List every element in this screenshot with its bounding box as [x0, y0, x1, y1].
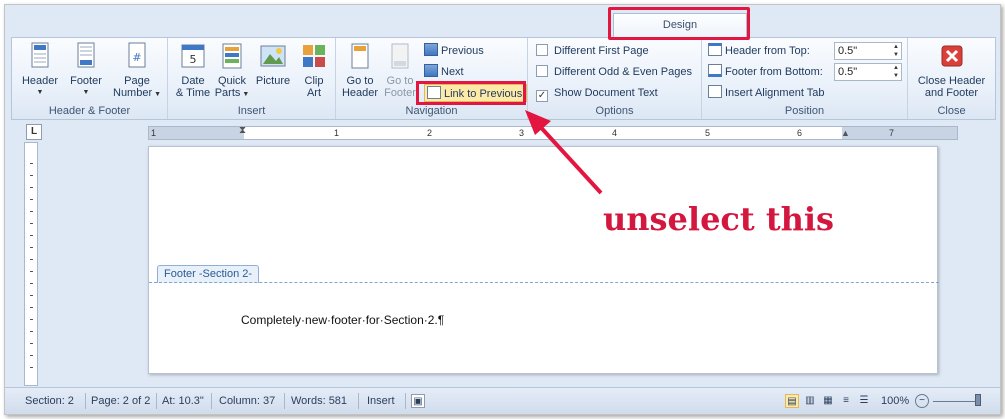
different-first-page-checkbox[interactable]: Different First Page — [536, 42, 649, 60]
previous-icon — [424, 43, 438, 56]
draft-icon[interactable]: ☰ — [857, 394, 871, 408]
header-button[interactable]: Header ▼ — [20, 41, 60, 99]
group-label-insert: Insert — [237, 105, 266, 117]
vertical-ruler[interactable] — [24, 142, 38, 386]
print-layout-icon[interactable]: ▤ — [785, 394, 799, 408]
zoom-out-icon[interactable]: − — [915, 394, 929, 408]
date-time-button[interactable]: 5 Date & Time — [174, 41, 212, 99]
macro-record-icon[interactable]: ▣ — [411, 394, 425, 408]
footer-button[interactable]: Footer ▼ — [66, 41, 106, 99]
clip-art-icon — [303, 45, 325, 67]
spinner-arrows-icon[interactable]: ▲ ▼ — [893, 64, 899, 80]
show-document-text-checkbox[interactable]: ✓ Show Document Text — [536, 84, 658, 102]
footer-from-bottom-input[interactable]: 0.5" ▲ ▼ — [834, 63, 902, 81]
group-label-close: Close — [937, 105, 966, 117]
quick-parts-button[interactable]: Quick Parts ▼ — [212, 41, 252, 101]
indent-marker-icon[interactable]: ⧗ — [239, 125, 246, 136]
spinner-arrows-icon[interactable]: ▲ ▼ — [893, 43, 899, 59]
status-column[interactable]: Column: 37 — [219, 395, 275, 407]
group-insert: 5 Date & Time Quick Parts ▼ Picture Clip… — [168, 38, 336, 119]
annotation-arrow-icon — [525, 110, 603, 195]
page-number-button[interactable]: # Page Number ▼ — [112, 41, 162, 101]
status-insert-mode[interactable]: Insert — [367, 395, 395, 407]
footer-from-bottom-label: Footer from Bottom: — [708, 63, 823, 81]
next-icon — [424, 64, 438, 77]
group-header-footer: Header ▼ Footer ▼ # Page Number ▼ Header… — [12, 38, 168, 119]
outline-icon[interactable]: ≡ — [839, 394, 853, 408]
svg-text:#: # — [132, 51, 141, 64]
page-number-icon: # — [128, 42, 146, 68]
alignment-tab-icon — [708, 85, 722, 98]
group-label-position: Position — [784, 105, 825, 117]
zoom-level[interactable]: 100% — [881, 395, 909, 407]
ruler-right-margin — [842, 127, 957, 139]
tab-selector[interactable]: L — [26, 124, 42, 140]
group-navigation: Go to Header Go to Footer Previous Next … — [336, 38, 528, 119]
header-from-top-label: Header from Top: — [708, 42, 810, 60]
web-layout-icon[interactable]: ▦ — [821, 394, 835, 408]
checkbox-unchecked — [536, 44, 548, 56]
chevron-down-icon: ▼ — [152, 91, 161, 98]
design-tab-highlight — [608, 7, 750, 40]
go-to-footer-button[interactable]: Go to Footer — [380, 41, 420, 99]
status-page[interactable]: Page: 2 of 2 — [91, 395, 150, 407]
previous-button[interactable]: Previous — [424, 42, 484, 60]
annotation-text: unselect this — [603, 200, 835, 238]
group-close: Close Header and Footer Close — [908, 38, 995, 119]
insert-alignment-tab-button[interactable]: Insert Alignment Tab — [708, 84, 824, 102]
go-to-header-button[interactable]: Go to Header — [340, 41, 380, 99]
ruler-number: 2 — [427, 128, 433, 138]
footer-icon — [77, 42, 95, 68]
footer-section-tag: Footer -Section 2- — [157, 265, 260, 283]
next-button[interactable]: Next — [424, 63, 464, 81]
chevron-down-icon: ▼ — [36, 89, 44, 96]
word-window: Design Header ▼ Footer ▼ # Page Number ▼… — [4, 4, 1001, 415]
ruler-number: 5 — [705, 128, 711, 138]
footer-boundary-line — [149, 282, 939, 283]
header-position-icon — [708, 43, 722, 56]
ruler-number: 1 — [334, 128, 340, 138]
ribbon: Header ▼ Footer ▼ # Page Number ▼ Header… — [11, 37, 996, 120]
ruler-left-margin — [149, 127, 244, 139]
ruler-number: 7 — [889, 128, 895, 138]
zoom-slider-track[interactable] — [933, 401, 979, 402]
header-from-top-input[interactable]: 0.5" ▲ ▼ — [834, 42, 902, 60]
footer-position-icon — [708, 64, 722, 77]
ruler-number: 1 — [151, 128, 157, 138]
footer-text[interactable]: Completely·new·footer·for·Section·2.¶ — [241, 313, 444, 327]
chevron-down-icon: ▼ — [82, 89, 90, 96]
zoom-slider-thumb[interactable] — [975, 394, 981, 406]
different-odd-even-checkbox[interactable]: Different Odd & Even Pages — [536, 63, 692, 81]
svg-text:5: 5 — [190, 53, 197, 66]
chevron-down-icon: ▼ — [240, 91, 250, 98]
link-to-previous-highlight — [416, 81, 526, 105]
right-indent-marker-icon[interactable]: ▲ — [841, 128, 850, 138]
quick-parts-icon — [222, 43, 242, 69]
go-to-header-icon — [351, 43, 369, 69]
full-screen-reading-icon[interactable]: ▥ — [803, 394, 817, 408]
close-header-footer-button[interactable]: Close Header and Footer — [910, 41, 993, 99]
status-words[interactable]: Words: 581 — [291, 395, 347, 407]
group-position: Header from Top: 0.5" ▲ ▼ Footer from Bot… — [702, 38, 908, 119]
calendar-icon: 5 — [181, 44, 205, 68]
picture-icon — [260, 45, 286, 67]
document-area: Footer -Section 2- Completely·new·footer… — [5, 142, 1000, 386]
header-icon — [31, 42, 49, 68]
picture-button[interactable]: Picture — [252, 41, 294, 87]
ruler-number: 6 — [797, 128, 803, 138]
status-bar: Section: 2 Page: 2 of 2 At: 10.3" Column… — [5, 387, 1000, 414]
ruler-row: L 1 1 2 3 4 5 6 7 ⧗ ▲ — [5, 122, 1000, 142]
ribbon-tab-strip: Design — [5, 5, 1000, 37]
status-section[interactable]: Section: 2 — [25, 395, 74, 407]
status-at[interactable]: At: 10.3" — [162, 395, 204, 407]
clip-art-button[interactable]: Clip Art — [296, 41, 332, 99]
go-to-footer-icon — [391, 43, 409, 69]
close-icon — [941, 45, 962, 67]
group-label-navigation: Navigation — [405, 105, 458, 117]
group-label-header-footer: Header & Footer — [48, 105, 131, 117]
checkbox-unchecked — [536, 65, 548, 77]
